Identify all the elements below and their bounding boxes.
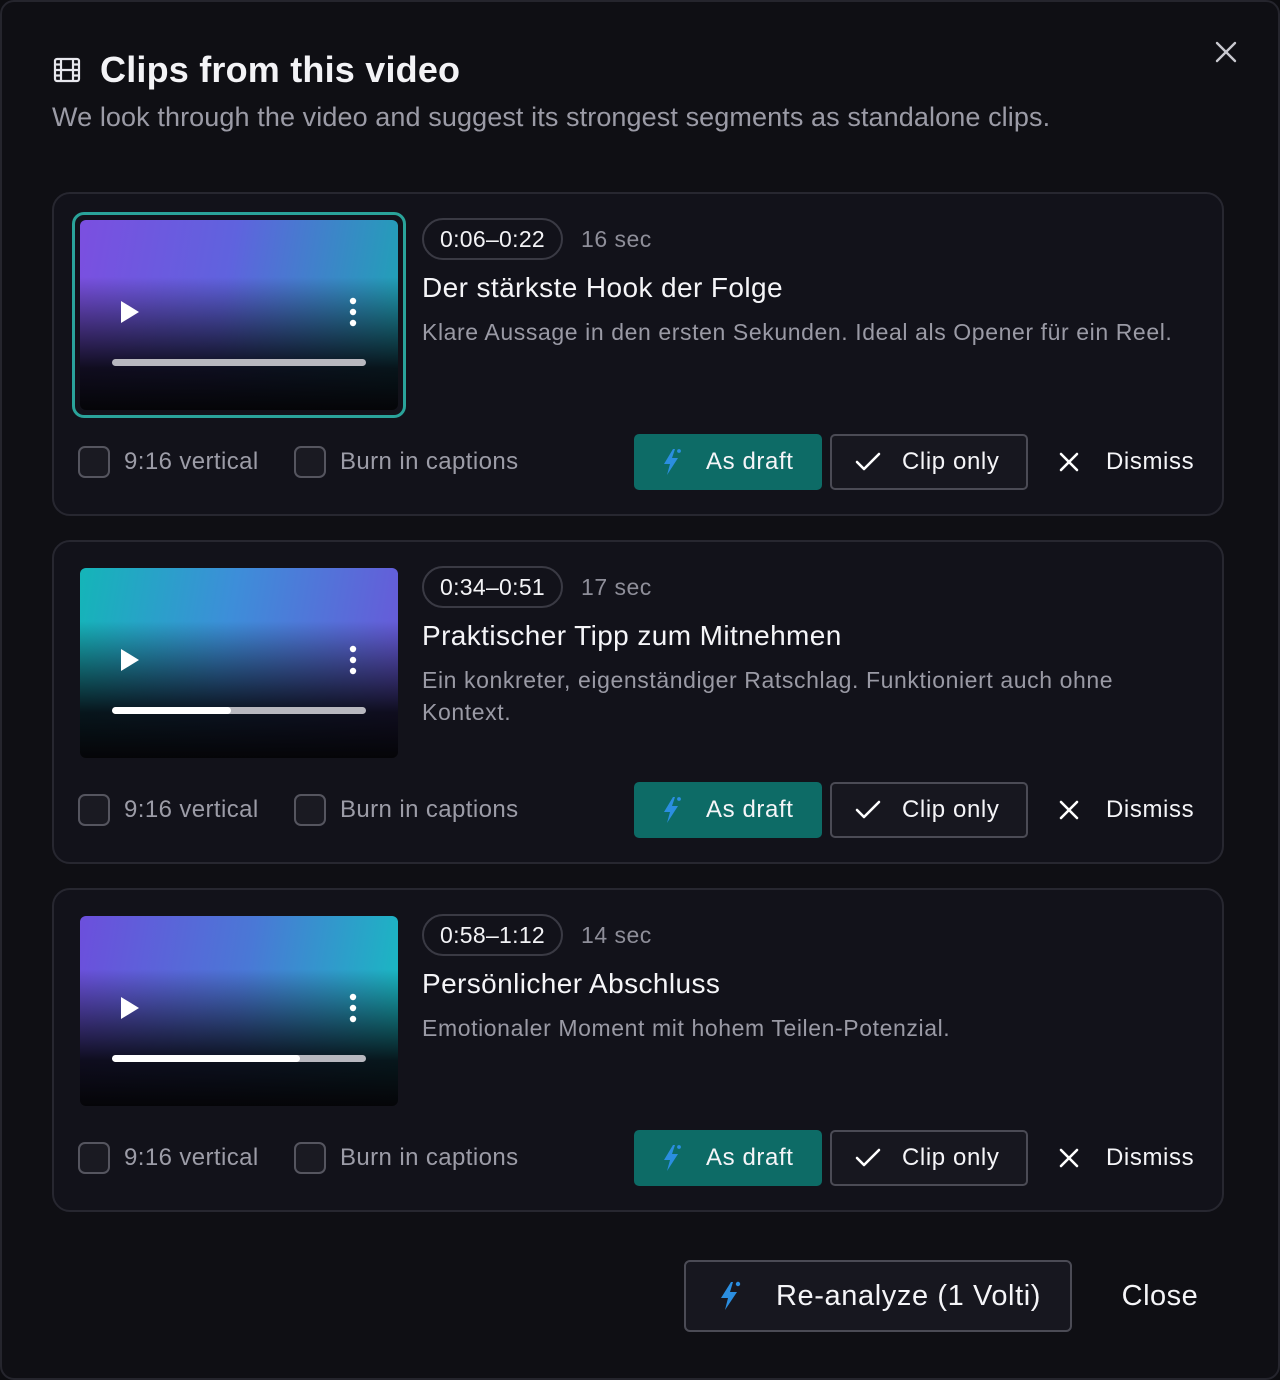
vertical-label: 9:16 vertical — [124, 796, 259, 823]
clips-dialog: Clips from this video We look through th… — [0, 0, 1280, 1380]
vertical-label: 9:16 vertical — [124, 448, 259, 475]
clip-card: 0:34–0:51 17 sec Praktischer Tipp zum Mi… — [52, 540, 1224, 864]
dismiss-label: Dismiss — [1106, 796, 1195, 823]
clip-only-label: Clip only — [902, 448, 1000, 475]
lightning-icon — [660, 795, 682, 825]
checkbox-box[interactable] — [294, 794, 326, 826]
lightning-icon — [660, 1143, 682, 1173]
clip-meta: 0:34–0:51 17 sec — [422, 566, 1182, 608]
dismiss-button[interactable]: Dismiss — [1058, 1130, 1228, 1186]
clip-info: 0:58–1:12 14 sec Persönlicher Abschluss … — [422, 914, 1182, 1044]
clip-only-button[interactable]: Clip only — [830, 1130, 1028, 1186]
clip-actions: 9:16 vertical Burn in captions As draft — [78, 1130, 1198, 1186]
dialog-subtitle: We look through the video and suggest it… — [52, 102, 1051, 132]
video-progress-bar[interactable] — [112, 707, 366, 714]
as-draft-label: As draft — [706, 1144, 794, 1171]
reanalyze-label: Re-analyze (1 Volti) — [776, 1279, 1042, 1312]
clip-meta: 0:06–0:22 16 sec — [422, 218, 1182, 260]
clip-title: Der stärkste Hook der Folge — [422, 272, 783, 303]
vertical-checkbox[interactable]: 9:16 vertical — [78, 1142, 259, 1174]
video-progress-bar[interactable] — [112, 359, 366, 366]
clip-title: Persönlicher Abschluss — [422, 968, 721, 999]
checkbox-box[interactable] — [78, 446, 110, 478]
clip-info: 0:06–0:22 16 sec Der stärkste Hook der F… — [422, 218, 1182, 348]
clip-thumbnail[interactable] — [72, 908, 406, 1114]
as-draft-button[interactable]: As draft — [634, 434, 822, 490]
clip-only-label: Clip only — [902, 796, 1000, 823]
clip-title: Praktischer Tipp zum Mitnehmen — [422, 620, 842, 651]
vertical-checkbox[interactable]: 9:16 vertical — [78, 794, 259, 826]
clip-card: 0:06–0:22 16 sec Der stärkste Hook der F… — [52, 192, 1224, 516]
more-vertical-icon[interactable] — [348, 992, 358, 1024]
clip-duration: 14 sec — [581, 921, 652, 948]
lightning-icon — [660, 447, 682, 477]
close-icon — [1058, 451, 1080, 473]
as-draft-label: As draft — [706, 448, 794, 475]
close-icon[interactable] — [1208, 34, 1244, 70]
clip-description: Emotionaler Moment mit hohem Teilen-Pote… — [422, 1015, 951, 1041]
vertical-checkbox[interactable]: 9:16 vertical — [78, 446, 259, 478]
video-preview[interactable] — [80, 916, 398, 1106]
reanalyze-button[interactable]: Re-analyze (1 Volti) — [684, 1260, 1072, 1332]
more-vertical-icon[interactable] — [348, 644, 358, 676]
captions-checkbox[interactable]: Burn in captions — [294, 1142, 519, 1174]
dismiss-label: Dismiss — [1106, 448, 1195, 475]
as-draft-button[interactable]: As draft — [634, 1130, 822, 1186]
clip-only-label: Clip only — [902, 1144, 1000, 1171]
check-icon — [854, 1147, 882, 1169]
vertical-label: 9:16 vertical — [124, 1144, 259, 1171]
more-vertical-icon[interactable] — [348, 296, 358, 328]
close-icon — [1058, 1147, 1080, 1169]
check-icon — [854, 799, 882, 821]
close-button[interactable]: Close — [1102, 1266, 1218, 1326]
dismiss-label: Dismiss — [1106, 1144, 1195, 1171]
video-progress-fill — [112, 707, 232, 714]
lightning-icon — [716, 1280, 742, 1312]
dismiss-button[interactable]: Dismiss — [1058, 434, 1228, 490]
play-icon[interactable] — [118, 646, 142, 674]
clip-duration: 17 sec — [581, 573, 652, 600]
clip-card: 0:58–1:12 14 sec Persönlicher Abschluss … — [52, 888, 1224, 1212]
dismiss-button[interactable]: Dismiss — [1058, 782, 1228, 838]
close-icon — [1058, 799, 1080, 821]
time-range-badge: 0:34–0:51 — [422, 566, 564, 608]
checkbox-box[interactable] — [78, 1142, 110, 1174]
play-icon[interactable] — [118, 994, 142, 1022]
time-range-badge: 0:58–1:12 — [422, 914, 564, 956]
captions-checkbox[interactable]: Burn in captions — [294, 794, 519, 826]
film-icon — [52, 55, 82, 85]
clip-description: Ein konkreter, eigenständiger Ratschlag.… — [422, 667, 1114, 725]
clip-thumbnail[interactable] — [72, 560, 406, 766]
play-icon[interactable] — [118, 298, 142, 326]
captions-checkbox[interactable]: Burn in captions — [294, 446, 519, 478]
clip-actions: 9:16 vertical Burn in captions As draft — [78, 782, 1198, 838]
checkbox-box[interactable] — [294, 446, 326, 478]
dialog-header: Clips from this video We look through th… — [52, 46, 1228, 133]
as-draft-button[interactable]: As draft — [634, 782, 822, 838]
clip-thumbnail[interactable] — [72, 212, 406, 418]
clip-info: 0:34–0:51 17 sec Praktischer Tipp zum Mi… — [422, 566, 1182, 728]
checkbox-box[interactable] — [294, 1142, 326, 1174]
clip-only-button[interactable]: Clip only — [830, 782, 1028, 838]
clip-duration: 16 sec — [581, 225, 652, 252]
video-preview[interactable] — [80, 220, 398, 410]
clip-description: Klare Aussage in den ersten Sekunden. Id… — [422, 319, 1173, 345]
video-progress-fill — [112, 1055, 300, 1062]
video-preview[interactable] — [80, 568, 398, 758]
title-row: Clips from this video — [52, 46, 1228, 94]
as-draft-label: As draft — [706, 796, 794, 823]
dialog-title: Clips from this video — [100, 49, 461, 90]
time-range-badge: 0:06–0:22 — [422, 218, 564, 260]
video-progress-bar[interactable] — [112, 1055, 366, 1062]
clip-actions: 9:16 vertical Burn in captions As draft — [78, 434, 1198, 490]
clip-meta: 0:58–1:12 14 sec — [422, 914, 1182, 956]
clip-only-button[interactable]: Clip only — [830, 434, 1028, 490]
captions-label: Burn in captions — [340, 448, 519, 475]
captions-label: Burn in captions — [340, 1144, 519, 1171]
captions-label: Burn in captions — [340, 796, 519, 823]
check-icon — [854, 451, 882, 473]
checkbox-box[interactable] — [78, 794, 110, 826]
